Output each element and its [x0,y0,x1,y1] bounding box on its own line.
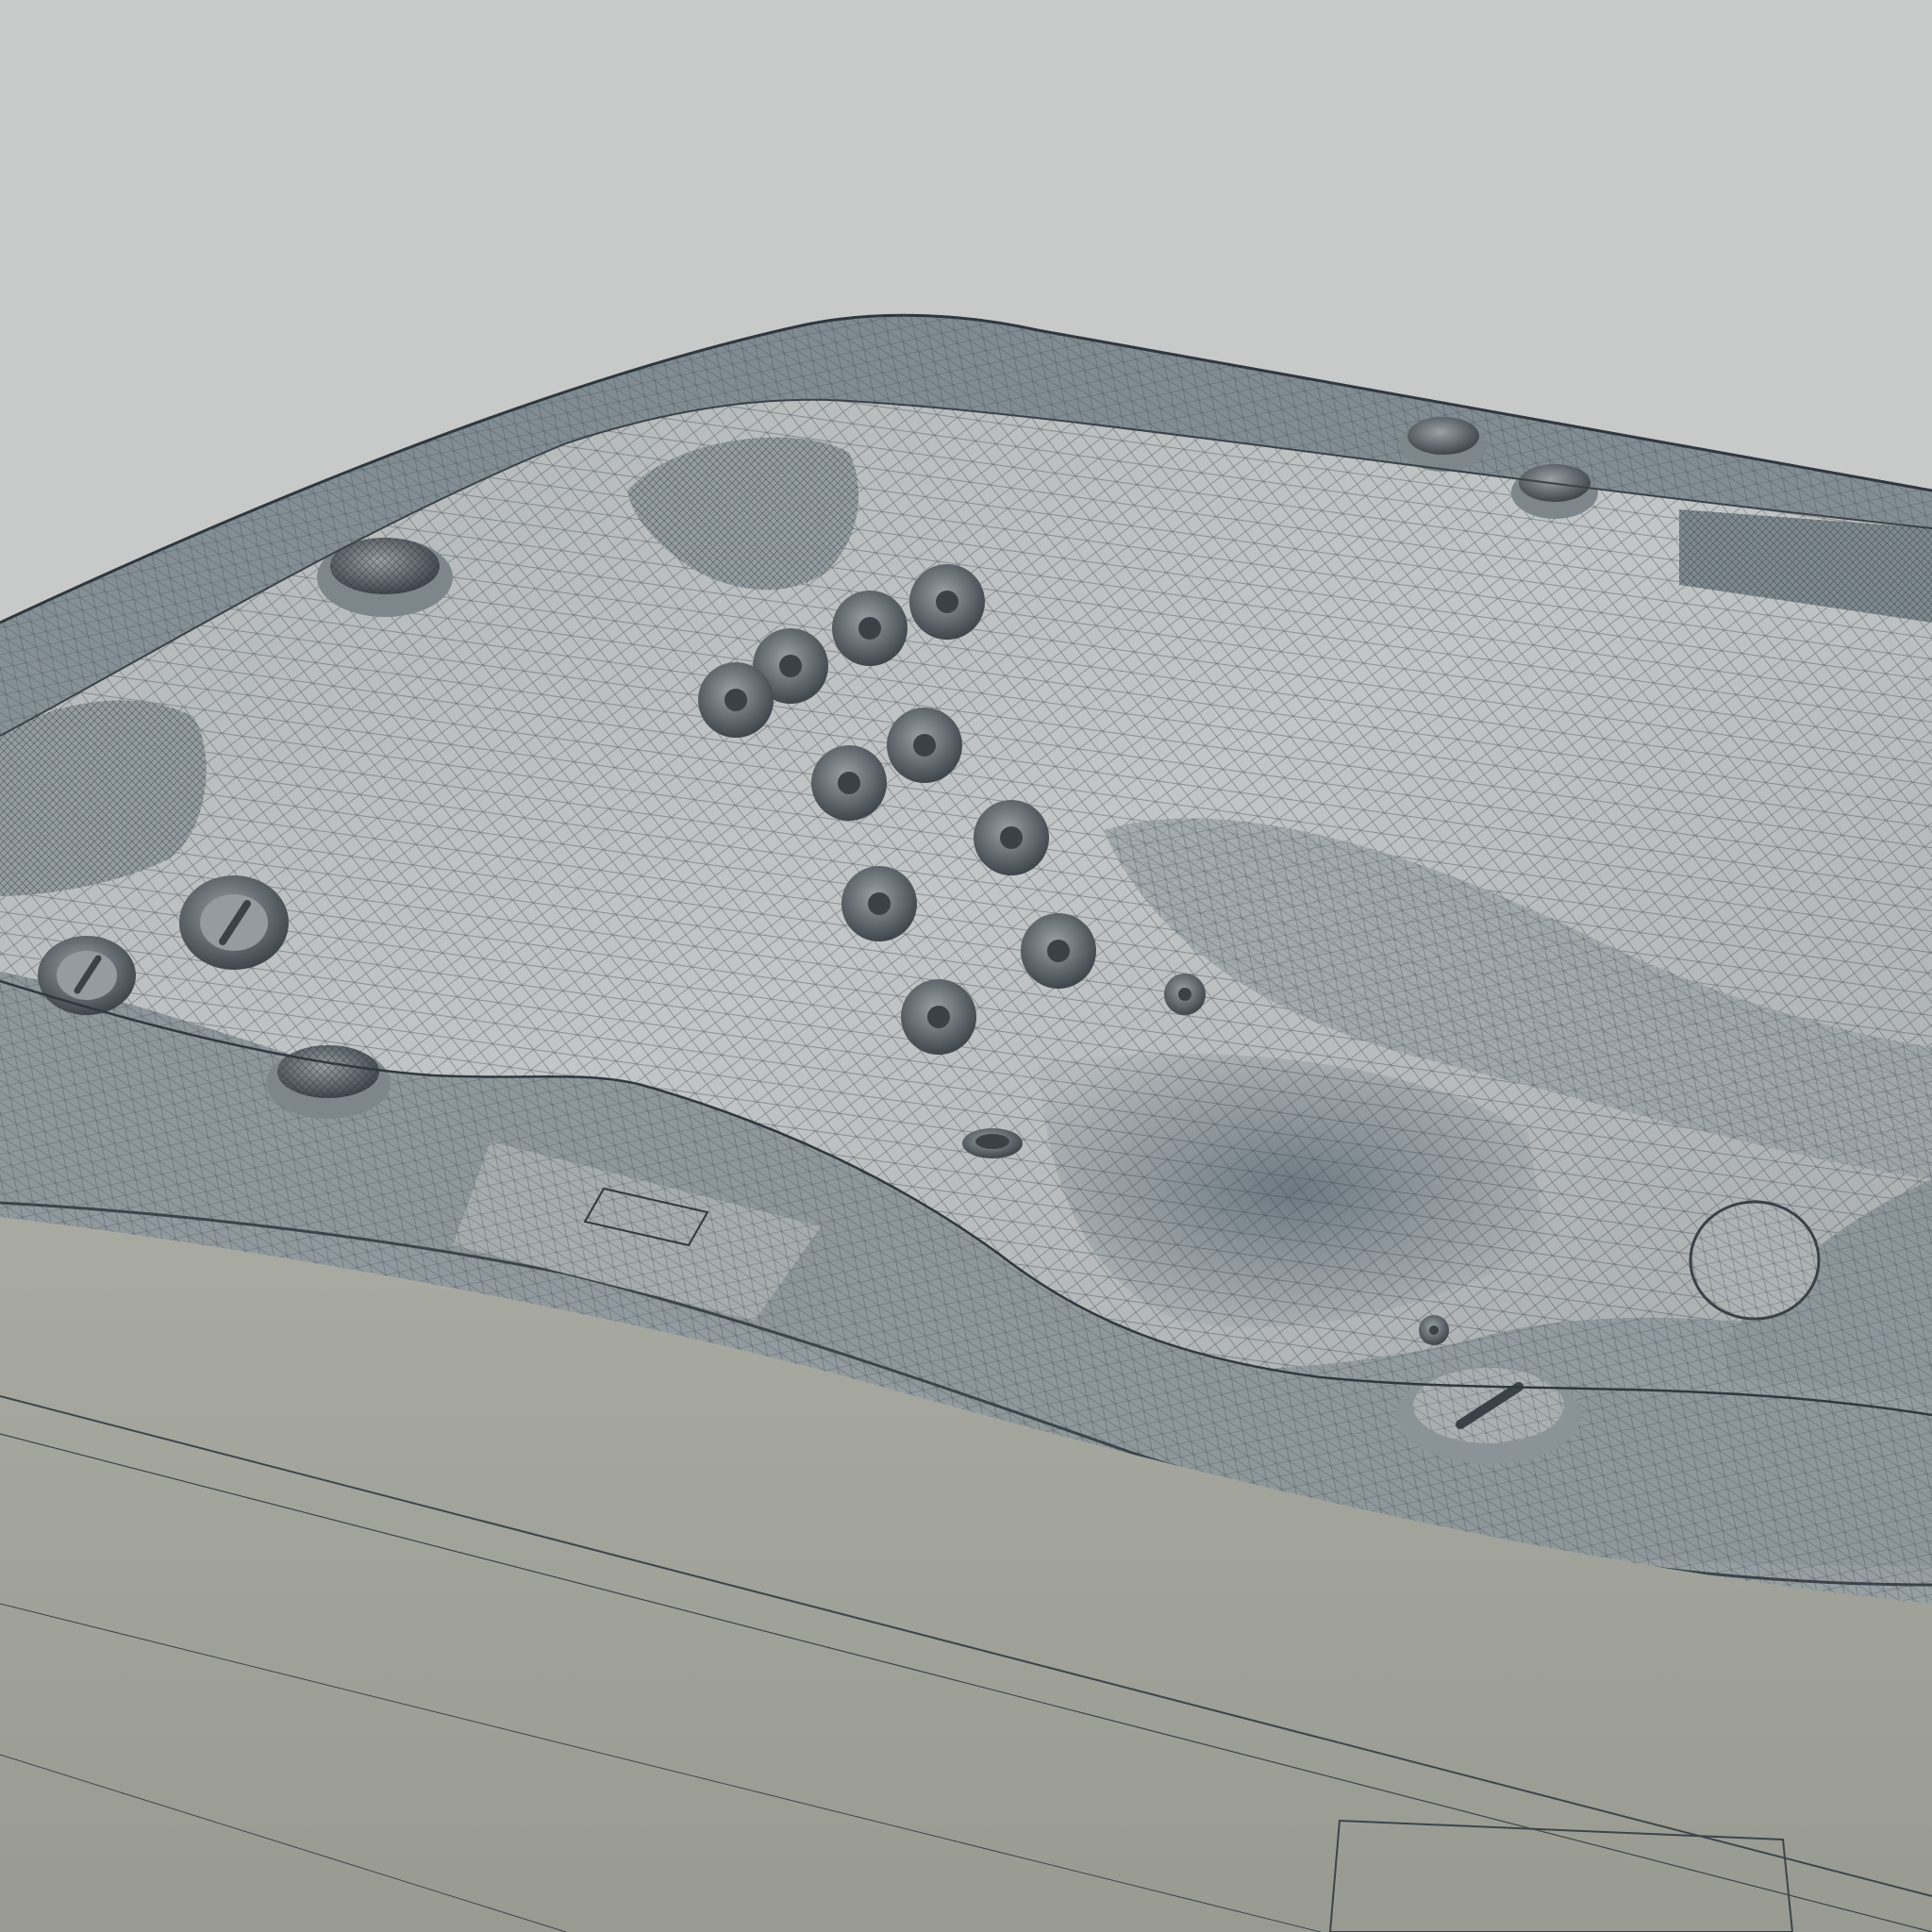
jet-icon [832,591,908,666]
jet-icon [1021,913,1096,989]
jet-icon [1419,1315,1449,1345]
filter-opening [1689,1200,1821,1321]
jet-icon [698,662,774,738]
jet-icon [974,800,1049,875]
jet-icon [811,745,887,821]
deck-cap-1 [317,538,453,617]
jet-icon [38,936,136,1015]
jet-icon [901,979,976,1055]
deck-fitting [962,1128,1023,1158]
deck-cap-5-valve [1396,1366,1581,1464]
jet-icon [179,875,289,970]
jet-icon [887,708,962,783]
jet-icon [909,564,985,640]
jet-icon [841,866,917,941]
hot-tub-render [0,0,1932,1932]
jet-icon [1164,974,1206,1015]
